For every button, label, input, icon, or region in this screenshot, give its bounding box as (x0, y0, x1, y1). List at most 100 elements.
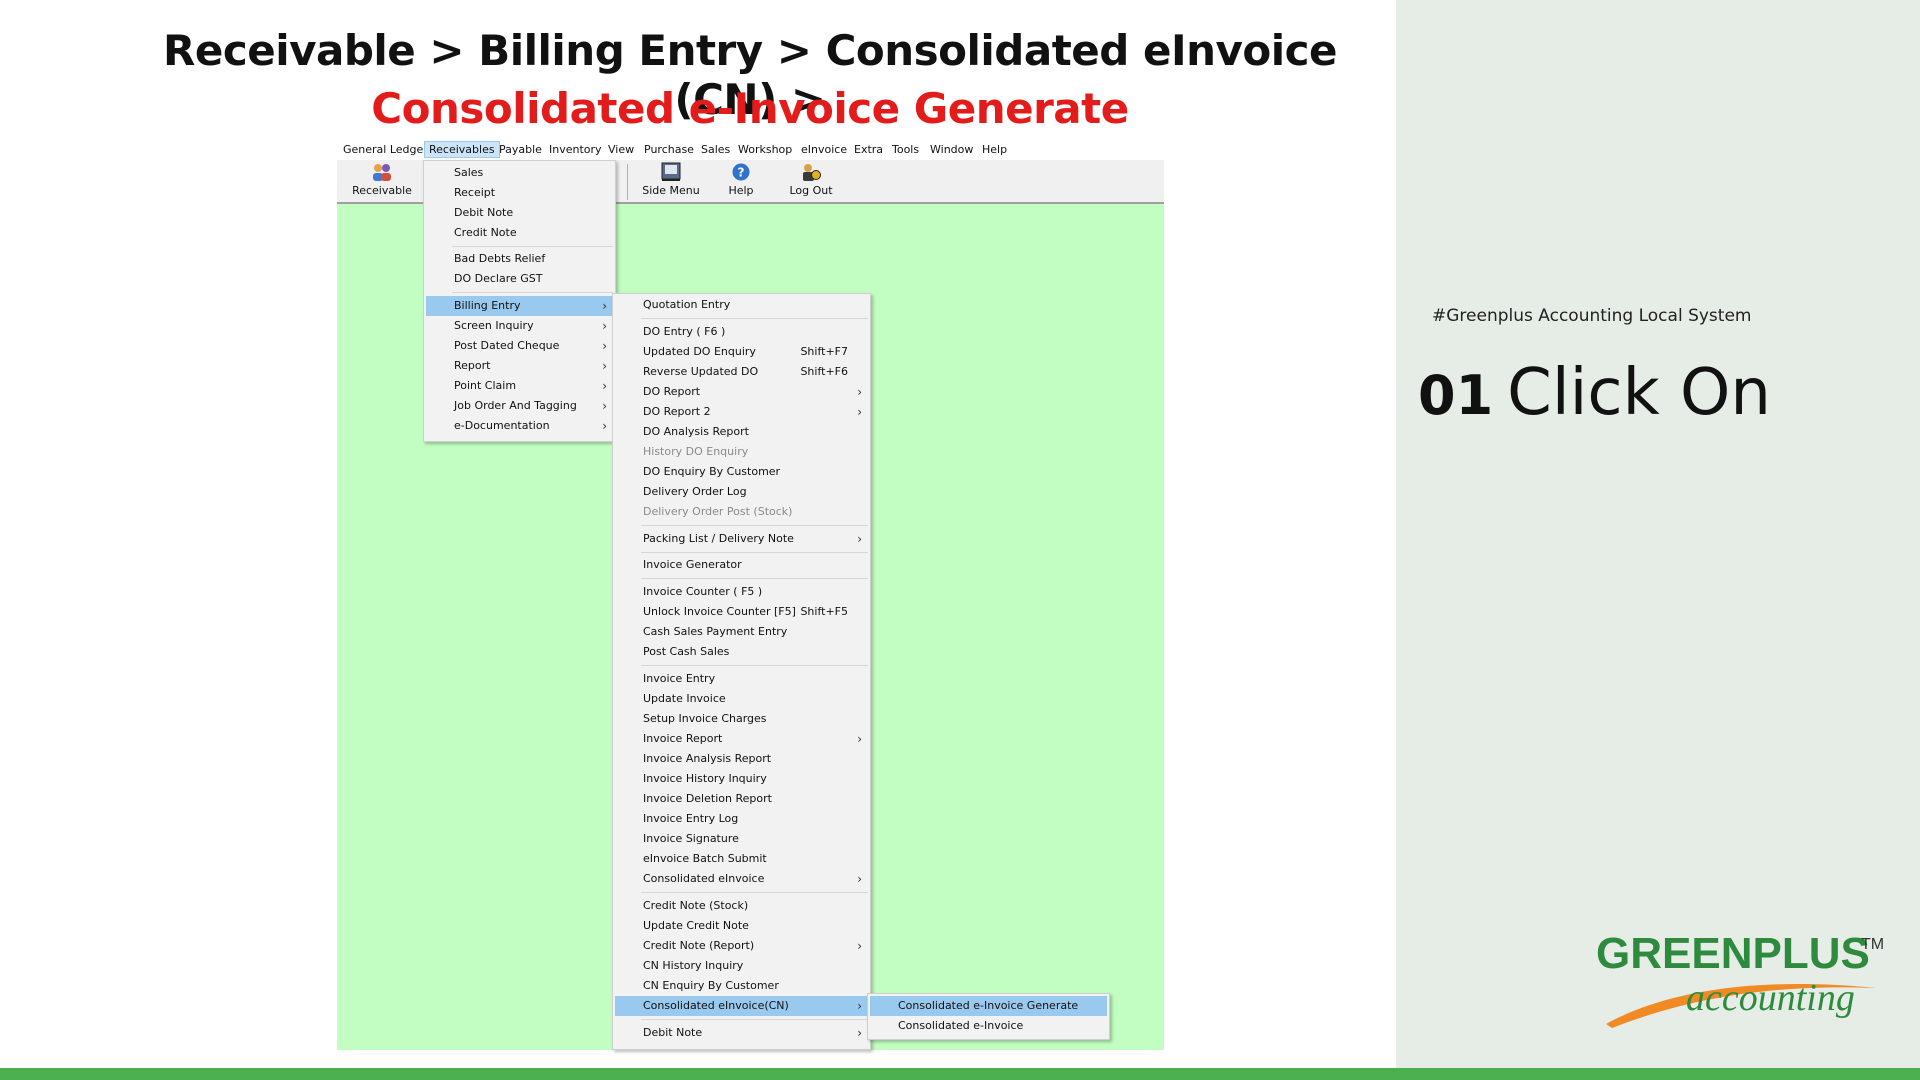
logout-button[interactable]: Log Out (776, 162, 846, 197)
menu-view[interactable]: View (608, 143, 634, 156)
shortcut-label: Shift+F6 (800, 365, 848, 378)
menu-item-cn-history-inquiry[interactable]: CN History Inquiry (615, 956, 868, 976)
menu-item-do-entry[interactable]: DO Entry ( F6 ) (615, 322, 868, 342)
chevron-right-icon: › (602, 339, 607, 353)
chevron-right-icon: › (857, 732, 862, 746)
menu-receivables[interactable]: Receivables (424, 141, 500, 158)
menu-help[interactable]: Help (982, 143, 1007, 156)
chevron-right-icon: › (602, 379, 607, 393)
menu-inventory[interactable]: Inventory (549, 143, 602, 156)
menu-item-debit-note-billing[interactable]: Debit Note › (615, 1023, 868, 1043)
menu-item-sales[interactable]: Sales (426, 163, 613, 183)
menu-item-receipt[interactable]: Receipt (426, 183, 613, 203)
side-menu-button[interactable]: Side Menu (636, 162, 706, 197)
toolbar-separator (627, 164, 628, 200)
menu-item-cn-enquiry-by-customer[interactable]: CN Enquiry By Customer (615, 976, 868, 996)
consolidated-cn-menu: Consolidated e-Invoice Generate Consolid… (867, 993, 1110, 1040)
menu-item-reverse-updated-do[interactable]: Reverse Updated DO Shift+F6 (615, 362, 868, 382)
menu-purchase[interactable]: Purchase (644, 143, 694, 156)
menu-item-update-invoice[interactable]: Update Invoice (615, 689, 868, 709)
menu-item-billing-entry[interactable]: Billing Entry › (426, 296, 613, 316)
menu-item-delivery-order-log[interactable]: Delivery Order Log (615, 482, 868, 502)
menu-item-delivery-order-post: Delivery Order Post (Stock) (643, 505, 793, 518)
logout-icon (803, 164, 821, 181)
menu-item-job-order[interactable]: Job Order And Tagging › (426, 396, 613, 416)
menu-separator (641, 578, 868, 579)
menu-item-packing-list[interactable]: Packing List / Delivery Note › (615, 529, 868, 549)
menu-item-do-declare-gst[interactable]: DO Declare GST (426, 269, 613, 289)
menu-item-invoice-report[interactable]: Invoice Report › (615, 729, 868, 749)
menu-item-bad-debts-relief[interactable]: Bad Debts Relief (426, 249, 613, 269)
chevron-right-icon: › (602, 359, 607, 373)
menu-item-invoice-signature[interactable]: Invoice Signature (615, 829, 868, 849)
menu-item-invoice-entry[interactable]: Invoice Entry (615, 669, 868, 689)
menu-einvoice[interactable]: eInvoice (801, 143, 847, 156)
menu-item-quotation-entry[interactable]: Quotation Entry (615, 295, 868, 315)
menu-item-post-cash-sales[interactable]: Post Cash Sales (615, 642, 868, 662)
menu-item-credit-note-stock[interactable]: Credit Note (Stock) (615, 896, 868, 916)
menu-item-post-dated-cheque[interactable]: Post Dated Cheque › (426, 336, 613, 356)
hashtag-label: #Greenplus Accounting Local System (1432, 306, 1752, 326)
menu-extra[interactable]: Extra (854, 143, 883, 156)
step-text: Click On (1507, 356, 1771, 430)
menu-item-invoice-history-inquiry[interactable]: Invoice History Inquiry (615, 769, 868, 789)
menu-item-einvoice-batch-submit[interactable]: eInvoice Batch Submit (615, 849, 868, 869)
menu-item-update-credit-note[interactable]: Update Credit Note (615, 916, 868, 936)
menu-separator (452, 292, 613, 293)
menu-item-do-analysis-report[interactable]: DO Analysis Report (615, 422, 868, 442)
menu-item-do-report[interactable]: DO Report › (615, 382, 868, 402)
step-number: 01 (1418, 364, 1494, 427)
menu-item-consolidated-einvoice[interactable]: Consolidated eInvoice › (615, 869, 868, 889)
logo-trademark: TM (1861, 936, 1885, 953)
menu-separator (641, 892, 868, 893)
menu-item-do-report-2[interactable]: DO Report 2 › (615, 402, 868, 422)
menu-item-point-claim[interactable]: Point Claim › (426, 376, 613, 396)
menu-item-debit-note[interactable]: Debit Note (426, 203, 613, 223)
menu-separator (641, 525, 868, 526)
menu-item-invoice-generator[interactable]: Invoice Generator (615, 555, 868, 575)
menu-item-credit-note-report[interactable]: Credit Note (Report) › (615, 936, 868, 956)
receivable-label: Receivable (352, 184, 412, 197)
page-heading: Consolidated e-Invoice Generate (371, 84, 1129, 133)
menu-general-ledger[interactable]: General Ledger (343, 143, 428, 156)
bottom-bar (0, 1068, 1920, 1080)
menu-item-unlock-invoice-counter[interactable]: Unlock Invoice Counter [F5] Shift+F5 (615, 602, 868, 622)
chevron-right-icon: › (857, 939, 862, 953)
menu-separator (641, 552, 868, 553)
menu-sales[interactable]: Sales (701, 143, 730, 156)
help-button[interactable]: ? Help (706, 162, 776, 197)
chevron-right-icon: › (602, 419, 607, 433)
receivable-button[interactable]: Receivable (347, 162, 417, 197)
help-label: Help (728, 184, 754, 197)
menu-item-screen-inquiry[interactable]: Screen Inquiry › (426, 316, 613, 336)
svg-text:?: ? (738, 166, 745, 180)
menu-item-invoice-entry-log[interactable]: Invoice Entry Log (615, 809, 868, 829)
menu-item-updated-do-enquiry[interactable]: Updated DO Enquiry Shift+F7 (615, 342, 868, 362)
chevron-right-icon: › (857, 999, 862, 1013)
menu-item-do-enquiry-by-customer[interactable]: DO Enquiry By Customer (615, 462, 868, 482)
menu-workshop[interactable]: Workshop (738, 143, 792, 156)
billing-entry-menu: Quotation Entry DO Entry ( F6 ) Updated … (612, 293, 871, 1050)
menu-item-invoice-deletion-report[interactable]: Invoice Deletion Report (615, 789, 868, 809)
menu-payable[interactable]: Payable (499, 143, 542, 156)
logout-label: Log Out (789, 184, 833, 197)
side-menu-label: Side Menu (642, 184, 700, 197)
menu-tools[interactable]: Tools (892, 143, 919, 156)
menu-separator (452, 246, 613, 247)
chevron-right-icon: › (857, 872, 862, 886)
menu-item-credit-note[interactable]: Credit Note (426, 223, 613, 243)
menu-item-cash-sales-payment-entry[interactable]: Cash Sales Payment Entry (615, 622, 868, 642)
menu-item-invoice-analysis-report[interactable]: Invoice Analysis Report (615, 749, 868, 769)
menu-item-consolidated-e-invoice[interactable]: Consolidated e-Invoice (870, 1016, 1107, 1036)
users-icon (373, 164, 391, 181)
menu-item-consolidated-e-invoice-generate[interactable]: Consolidated e-Invoice Generate (870, 996, 1107, 1016)
right-panel (1396, 0, 1920, 1068)
shortcut-label: Shift+F7 (800, 345, 848, 358)
menu-item-consolidated-einvoice-cn[interactable]: Consolidated eInvoice(CN) › (615, 996, 868, 1016)
menu-item-setup-invoice-charges[interactable]: Setup Invoice Charges (615, 709, 868, 729)
menu-item-invoice-counter[interactable]: Invoice Counter ( F5 ) (615, 582, 868, 602)
menu-item-e-documentation[interactable]: e-Documentation › (426, 416, 613, 436)
menu-item-report[interactable]: Report › (426, 356, 613, 376)
menu-separator (641, 318, 868, 319)
menu-window[interactable]: Window (930, 143, 973, 156)
